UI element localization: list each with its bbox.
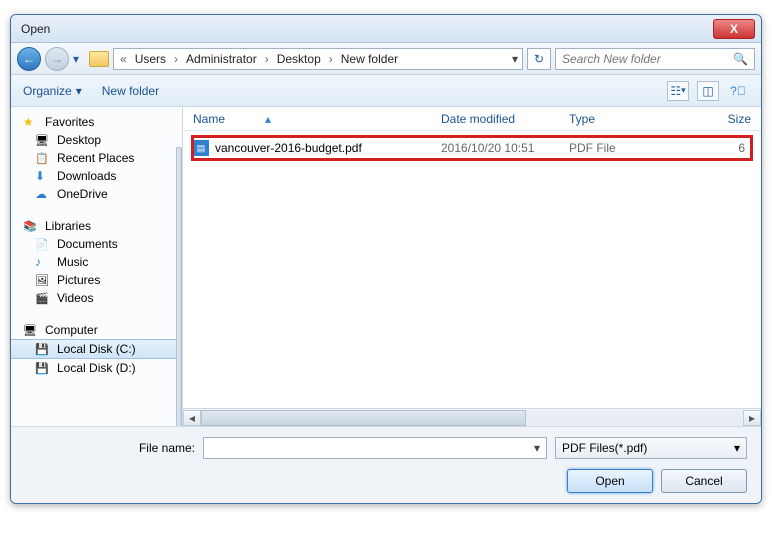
forward-button[interactable]: → xyxy=(45,47,69,71)
sidebar-item-music[interactable]: Music xyxy=(11,253,182,271)
column-header-name[interactable]: Name▴ xyxy=(193,112,441,126)
navigation-pane[interactable]: Favorites Desktop Recent Places Download… xyxy=(11,107,183,426)
scroll-right-button[interactable]: ▸ xyxy=(743,410,761,426)
file-list-pane: Name▴ Date modified Type Size vancouver-… xyxy=(183,107,761,426)
desktop-icon xyxy=(35,133,51,147)
download-icon xyxy=(35,169,51,183)
chevron-right-icon[interactable]: › xyxy=(263,52,271,66)
sidebar-item-onedrive[interactable]: OneDrive xyxy=(11,185,182,203)
sidebar-item-videos[interactable]: Videos xyxy=(11,289,182,307)
filename-input[interactable] xyxy=(204,441,528,455)
search-box[interactable]: 🔍 xyxy=(555,48,755,70)
music-icon xyxy=(35,255,51,269)
crumb-users[interactable]: Users xyxy=(131,52,170,66)
folder-icon xyxy=(89,51,109,67)
navigation-bar: ← → ▾ « Users › Administrator › Desktop … xyxy=(11,43,761,75)
file-row[interactable]: vancouver-2016-budget.pdf 2016/10/20 10:… xyxy=(193,137,751,159)
chevron-down-icon: ▾ xyxy=(734,441,740,455)
file-size: 6 xyxy=(677,141,751,155)
organize-menu[interactable]: Organize ▾ xyxy=(23,84,82,98)
refresh-button[interactable]: ↻ xyxy=(527,48,551,70)
bottom-panel: File name: ▾ PDF Files(*.pdf) ▾ Open Can… xyxy=(11,426,761,503)
breadcrumb-overflow[interactable]: « xyxy=(118,52,129,66)
cancel-button[interactable]: Cancel xyxy=(661,469,747,493)
sidebar-item-downloads[interactable]: Downloads xyxy=(11,167,182,185)
scroll-thumb[interactable] xyxy=(201,410,526,426)
disk-icon xyxy=(35,361,51,375)
sidebar-item-disk-c[interactable]: Local Disk (C:) xyxy=(11,339,182,359)
filter-text: PDF Files(*.pdf) xyxy=(562,441,734,455)
preview-pane-button[interactable]: ◫ xyxy=(697,81,719,101)
arrow-left-icon: ← xyxy=(23,52,35,66)
scroll-track[interactable] xyxy=(201,410,743,426)
horizontal-scrollbar[interactable]: ◂ ▸ xyxy=(183,408,761,426)
sidebar-favorites[interactable]: Favorites xyxy=(11,113,182,131)
window-title: Open xyxy=(21,22,713,36)
refresh-icon: ↻ xyxy=(534,52,544,66)
video-icon xyxy=(35,291,51,305)
crumb-administrator[interactable]: Administrator xyxy=(182,52,261,66)
file-name: vancouver-2016-budget.pdf xyxy=(215,141,441,155)
sidebar-item-pictures[interactable]: Pictures xyxy=(11,271,182,289)
open-dialog: Open X ← → ▾ « Users › Administrator › D… xyxy=(10,14,762,504)
help-button[interactable]: ?⃝ xyxy=(727,81,749,101)
crumb-newfolder[interactable]: New folder xyxy=(337,52,402,66)
filename-label: File name: xyxy=(25,441,195,455)
filename-dropdown[interactable]: ▾ xyxy=(528,441,546,455)
search-icon[interactable]: 🔍 xyxy=(733,52,748,66)
disk-icon xyxy=(35,342,51,356)
main-area: Favorites Desktop Recent Places Download… xyxy=(11,107,761,426)
open-button[interactable]: Open xyxy=(567,469,653,493)
sidebar-item-documents[interactable]: Documents xyxy=(11,235,182,253)
close-icon: X xyxy=(730,22,738,36)
sidebar-libraries[interactable]: Libraries xyxy=(11,217,182,235)
scroll-left-button[interactable]: ◂ xyxy=(183,410,201,426)
close-button[interactable]: X xyxy=(713,19,755,39)
recent-icon xyxy=(35,151,51,165)
filename-combobox[interactable]: ▾ xyxy=(203,437,547,459)
column-header-date[interactable]: Date modified xyxy=(441,112,569,126)
sort-ascending-icon: ▴ xyxy=(265,112,271,126)
computer-icon xyxy=(23,323,39,337)
column-header-size[interactable]: Size xyxy=(677,112,751,126)
toolbar: Organize ▾ New folder ☷ ▾ ◫ ?⃝ xyxy=(11,75,761,107)
cloud-icon xyxy=(35,187,51,201)
new-folder-button[interactable]: New folder xyxy=(102,84,159,98)
library-icon xyxy=(23,219,39,233)
help-icon: ?⃝ xyxy=(730,84,746,98)
star-icon xyxy=(23,115,39,129)
sidebar-computer[interactable]: Computer xyxy=(11,321,182,339)
sidebar-splitter[interactable] xyxy=(176,147,182,426)
nav-history-dropdown[interactable]: ▾ xyxy=(73,52,85,66)
breadcrumb[interactable]: « Users › Administrator › Desktop › New … xyxy=(113,48,523,70)
breadcrumb-dropdown[interactable]: ▾ xyxy=(512,52,518,66)
view-icon: ☷ xyxy=(670,84,681,98)
file-list[interactable]: vancouver-2016-budget.pdf 2016/10/20 10:… xyxy=(183,131,761,408)
chevron-right-icon[interactable]: › xyxy=(172,52,180,66)
column-headers: Name▴ Date modified Type Size xyxy=(183,107,761,131)
search-input[interactable] xyxy=(562,52,733,66)
sidebar-item-recent[interactable]: Recent Places xyxy=(11,149,182,167)
picture-icon xyxy=(35,273,51,287)
column-header-type[interactable]: Type xyxy=(569,112,677,126)
pdf-file-icon xyxy=(193,140,209,156)
chevron-down-icon: ▾ xyxy=(681,85,686,96)
view-options-button[interactable]: ☷ ▾ xyxy=(667,81,689,101)
sidebar-item-disk-d[interactable]: Local Disk (D:) xyxy=(11,359,182,377)
arrow-right-icon: → xyxy=(51,52,63,66)
document-icon xyxy=(35,237,51,251)
sidebar-item-desktop[interactable]: Desktop xyxy=(11,131,182,149)
file-date: 2016/10/20 10:51 xyxy=(441,141,569,155)
back-button[interactable]: ← xyxy=(17,47,41,71)
chevron-down-icon: ▾ xyxy=(76,84,82,98)
crumb-desktop[interactable]: Desktop xyxy=(273,52,325,66)
file-type-filter[interactable]: PDF Files(*.pdf) ▾ xyxy=(555,437,747,459)
chevron-right-icon[interactable]: › xyxy=(327,52,335,66)
pane-icon: ◫ xyxy=(702,84,713,98)
file-type: PDF File xyxy=(569,141,677,155)
titlebar: Open X xyxy=(11,15,761,43)
